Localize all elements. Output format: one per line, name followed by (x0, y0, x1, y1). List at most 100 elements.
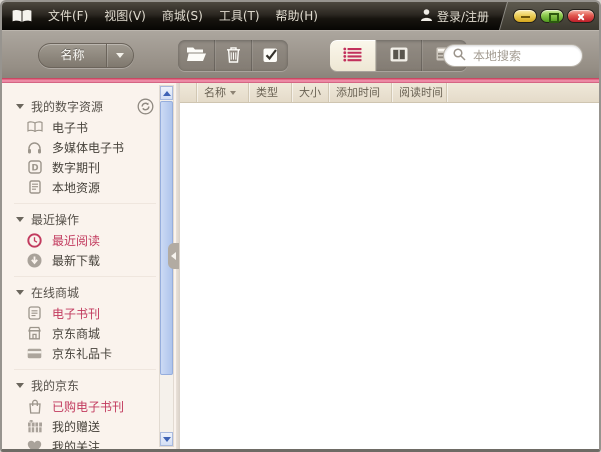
section-title: 最近操作 (31, 212, 80, 227)
sidebar-item-multimedia-ebooks[interactable]: 多媒体电子书 (14, 137, 156, 157)
sort-dropdown[interactable]: 名称 (38, 43, 134, 68)
sidebar-item-label: 多媒体电子书 (52, 140, 125, 155)
cover-view-button[interactable] (376, 40, 422, 71)
column-type[interactable]: 类型 (249, 83, 292, 102)
chevron-up-icon (162, 90, 171, 96)
toolbar: 名称 (2, 30, 599, 78)
column-label: 类型 (256, 86, 278, 99)
scroll-down-button[interactable] (160, 432, 173, 446)
maximize-button[interactable] (540, 9, 564, 23)
triangle-down-icon (16, 103, 24, 109)
list-view-icon (343, 47, 362, 65)
column-name[interactable]: 名称 (197, 83, 249, 102)
triangle-down-icon (16, 382, 24, 388)
app-logo-open-book-icon (12, 9, 32, 24)
sidebar-item-label: 已购电子书刊 (52, 399, 125, 414)
checkbox-check-icon (262, 46, 279, 66)
sidebar-item-label: 数字期刊 (52, 160, 101, 175)
open-folder-icon (186, 46, 207, 65)
gift-card-icon (26, 345, 43, 362)
clock-icon (26, 232, 43, 249)
local-search-input[interactable] (471, 47, 573, 64)
column-label: 大小 (299, 86, 321, 99)
column-label: 添加时间 (336, 86, 380, 99)
table-header: 名称 类型 大小 添加时间 阅读时间 (180, 83, 599, 103)
menu-view[interactable]: 视图(V) (96, 2, 154, 30)
action-button-group (178, 40, 288, 71)
journal-d-icon: D (26, 159, 43, 176)
open-book-icon (26, 119, 43, 136)
scroll-up-button[interactable] (160, 86, 173, 100)
sidebar-item-label: 京东礼品卡 (52, 346, 113, 361)
column-added-time[interactable]: 添加时间 (329, 83, 392, 102)
refresh-button[interactable] (137, 98, 154, 115)
trash-icon (226, 46, 241, 66)
search-icon (453, 46, 466, 65)
menu-file[interactable]: 文件(F) (40, 2, 96, 30)
section-header-my-jd[interactable]: 我的京东 (14, 374, 156, 396)
store-icon (26, 325, 43, 342)
device-icon (26, 179, 43, 196)
search-box (443, 44, 583, 67)
menu-help[interactable]: 帮助(H) (268, 2, 326, 30)
window-controls (498, 2, 599, 30)
section-title: 在线商城 (31, 285, 80, 300)
cover-view-icon (390, 47, 408, 65)
login-register-link[interactable]: 登录/注册 (420, 8, 489, 25)
login-register-label: 登录/注册 (436, 9, 489, 24)
chevron-down-icon (162, 436, 171, 442)
sidebar-item-my-follows[interactable]: 我的关注 (14, 436, 156, 449)
column-read-time[interactable]: 阅读时间 (392, 83, 447, 102)
section-header-recent[interactable]: 最近操作 (14, 208, 156, 230)
close-button[interactable] (567, 9, 595, 23)
sidebar-item-jd-mall[interactable]: 京东商城 (14, 323, 156, 343)
menu-bar-right: 登录/注册 (420, 2, 599, 30)
sidebar-item-local-resources[interactable]: 本地资源 (14, 177, 156, 197)
menu-bar: 文件(F) 视图(V) 商城(S) 工具(T) 帮助(H) 登录/注册 (2, 2, 599, 30)
sort-dropdown-arrow-button[interactable] (106, 44, 133, 67)
sidebar-item-ebook-store[interactable]: 电子书刊 (14, 303, 156, 323)
column-size[interactable]: 大小 (292, 83, 329, 102)
body-area: 我的数字资源 电子书 多媒体电子书 D 数字期刊 本地资源 最近操作 最近阅读 … (2, 83, 599, 449)
section-title: 我的数字资源 (31, 99, 104, 114)
chevron-down-icon (116, 53, 124, 58)
open-folder-button[interactable] (178, 40, 215, 71)
column-label: 名称 (204, 86, 226, 99)
minimize-button[interactable] (513, 9, 537, 23)
sidebar-item-label: 最近阅读 (52, 233, 101, 248)
content-panel: 名称 类型 大小 添加时间 阅读时间 (180, 83, 599, 449)
section-header-online-mall[interactable]: 在线商城 (14, 281, 156, 303)
sort-dropdown-value: 名称 (60, 48, 85, 62)
sort-descending-icon (230, 90, 236, 95)
ebook-page-icon (26, 305, 43, 322)
sidebar: 我的数字资源 电子书 多媒体电子书 D 数字期刊 本地资源 最近操作 最近阅读 … (2, 83, 176, 449)
select-all-button[interactable] (252, 40, 288, 71)
menu-mall[interactable]: 商城(S) (154, 2, 211, 30)
list-view-button[interactable] (330, 40, 376, 71)
collapse-sidebar-handle[interactable] (168, 243, 179, 269)
sidebar-item-label: 最新下载 (52, 253, 101, 268)
shopping-bag-icon (26, 398, 43, 415)
sidebar-item-latest-downloads[interactable]: 最新下载 (14, 250, 156, 270)
sidebar-item-purchased-ebooks[interactable]: 已购电子书刊 (14, 396, 156, 416)
sidebar-item-label: 京东商城 (52, 326, 101, 341)
sidebar-divider (168, 83, 180, 449)
sidebar-item-label: 本地资源 (52, 180, 101, 195)
triangle-down-icon (16, 216, 24, 222)
headphones-icon (26, 139, 43, 156)
user-icon (420, 8, 432, 24)
sidebar-section-recent: 最近操作 最近阅读 最新下载 (14, 203, 156, 270)
section-title: 我的京东 (31, 378, 80, 393)
sidebar-item-recently-read[interactable]: 最近阅读 (14, 230, 156, 250)
heart-icon (26, 438, 43, 449)
scrollbar-thumb[interactable] (160, 101, 173, 375)
delete-button[interactable] (215, 40, 252, 71)
menu-tools[interactable]: 工具(T) (211, 2, 268, 30)
sidebar-item-digital-journals[interactable]: D 数字期刊 (14, 157, 156, 177)
sidebar-item-jd-gift-card[interactable]: 京东礼品卡 (14, 343, 156, 363)
column-select[interactable] (180, 83, 197, 102)
section-header-digital-resources[interactable]: 我的数字资源 (14, 95, 156, 117)
sidebar-item-my-gifts[interactable]: 我的赠送 (14, 416, 156, 436)
sidebar-item-ebooks[interactable]: 电子书 (14, 117, 156, 137)
sidebar-item-label: 我的关注 (52, 439, 101, 450)
